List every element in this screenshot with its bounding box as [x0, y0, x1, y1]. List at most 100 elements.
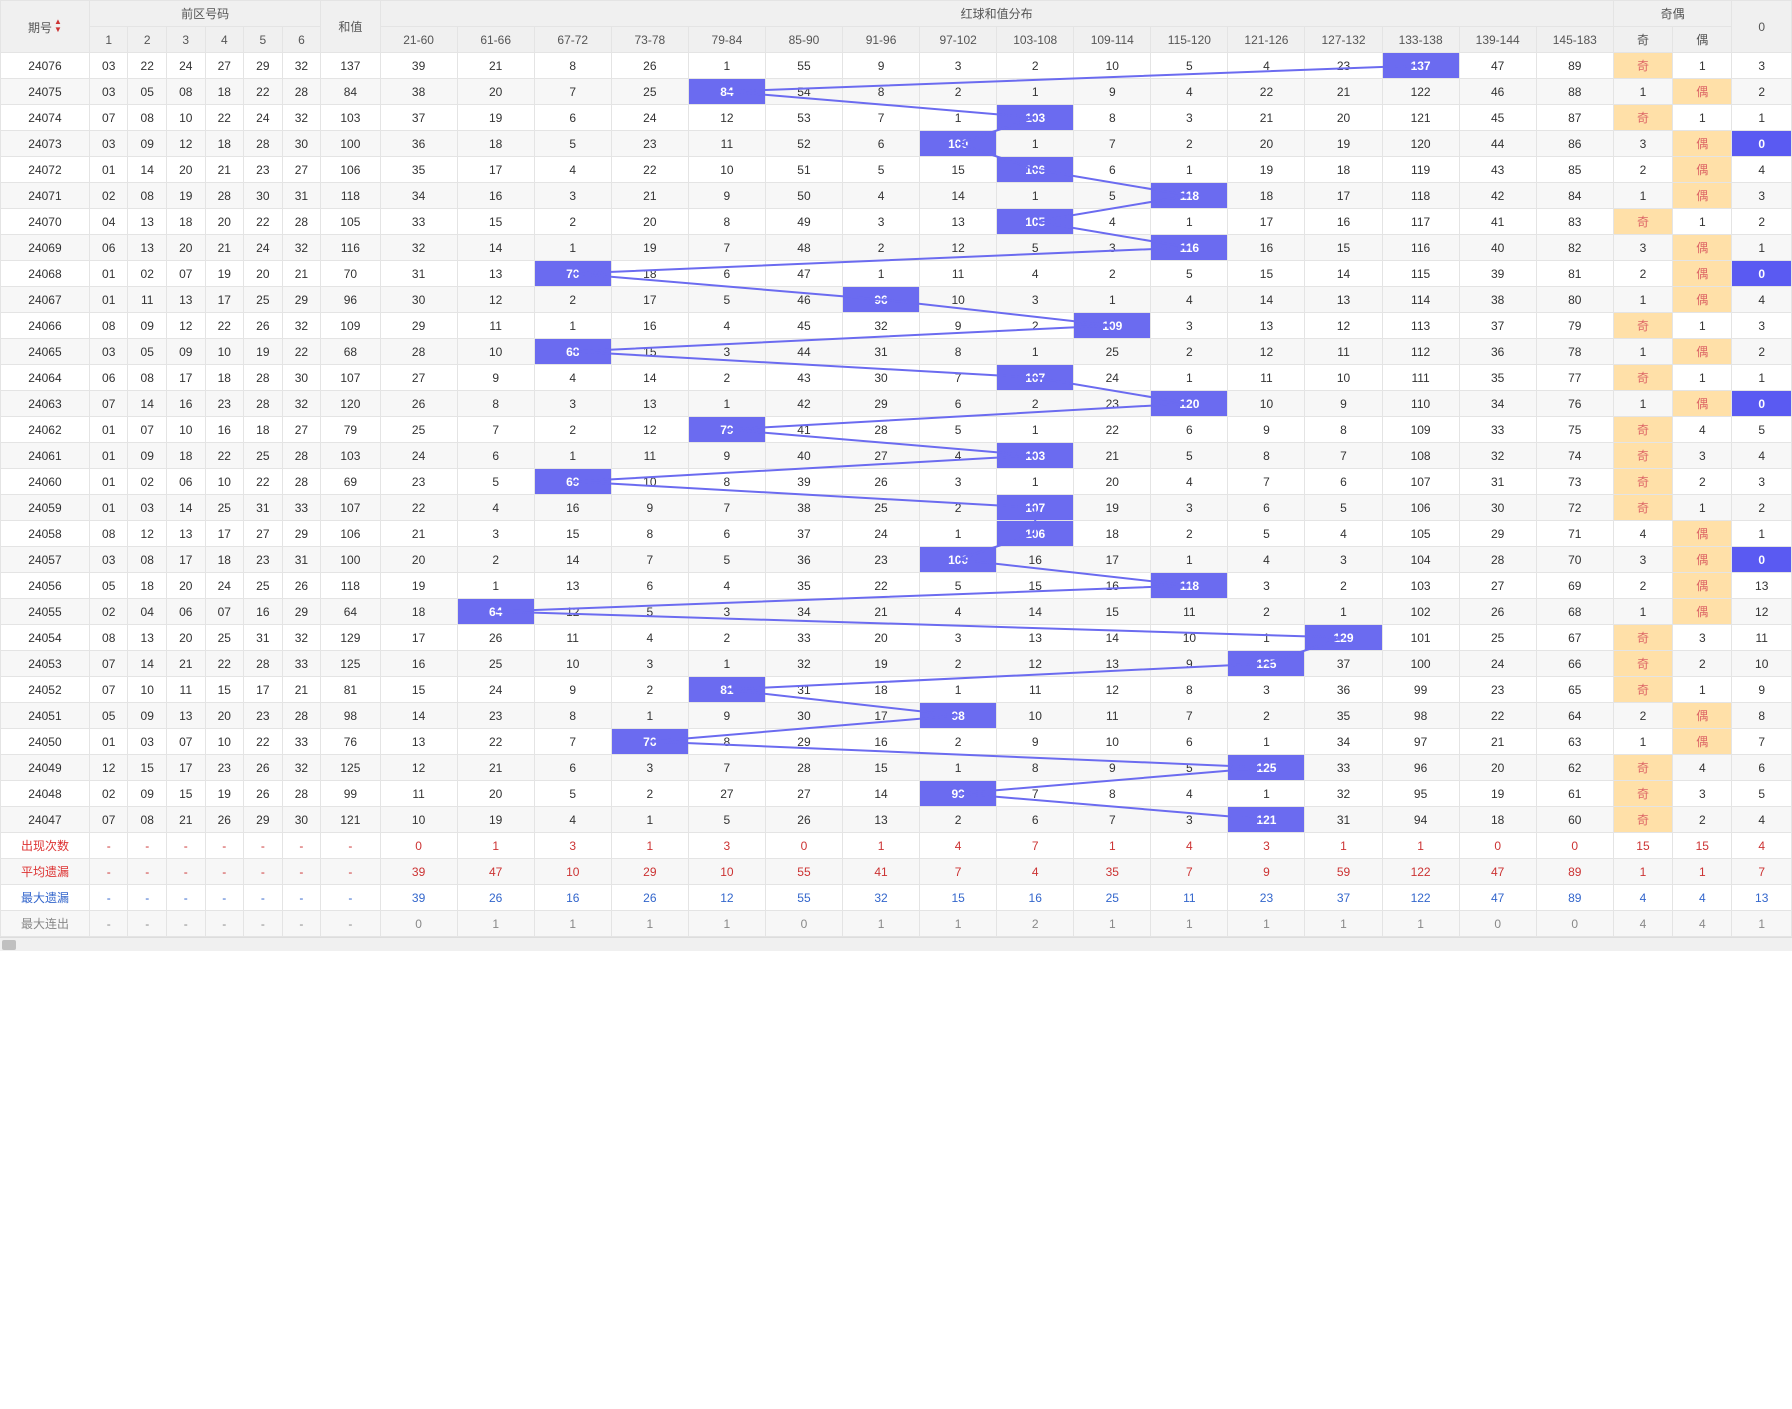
- cell-dist: 19: [611, 235, 688, 261]
- cell-front: 28: [205, 183, 244, 209]
- cell-dist: 11: [688, 131, 765, 157]
- cell-dist: 10: [1074, 53, 1151, 79]
- scrollbar-thumb[interactable]: [2, 940, 16, 950]
- cell-oe: 奇: [1613, 105, 1672, 131]
- cell-front: 28: [244, 131, 283, 157]
- cell-front: 08: [128, 807, 167, 833]
- cell-dist: 8: [920, 339, 997, 365]
- cell-sum: 76: [321, 729, 380, 755]
- cell-front: 02: [128, 469, 167, 495]
- cell-dist: 37: [380, 105, 457, 131]
- cell-dist: 5: [920, 573, 997, 599]
- cell-front: 01: [89, 729, 128, 755]
- cell-dist: 1: [534, 443, 611, 469]
- cell-oe: 偶: [1673, 521, 1732, 547]
- cell-zero: 4: [1732, 443, 1792, 469]
- cell-front: 10: [167, 105, 206, 131]
- cell-dist: 10: [534, 651, 611, 677]
- cell-dist: 80: [1536, 287, 1613, 313]
- cell-dist: 1: [1151, 209, 1228, 235]
- cell-dist: 2: [611, 677, 688, 703]
- cell-dist: 9: [457, 365, 534, 391]
- cell-dist: 3: [534, 183, 611, 209]
- cell-dist: 22: [1074, 417, 1151, 443]
- cell-dist: 68: [1536, 599, 1613, 625]
- cell-zero: 7: [1732, 729, 1792, 755]
- cell-dist: 24: [1074, 365, 1151, 391]
- cell-dist: 98: [1382, 703, 1459, 729]
- cell-front: 28: [282, 469, 321, 495]
- cell-oe: 2: [1613, 573, 1672, 599]
- cell-dist: 20: [1228, 131, 1305, 157]
- cell-dist: 16: [997, 547, 1074, 573]
- cell-zero: 4: [1732, 807, 1792, 833]
- col-dist: 85-90: [765, 27, 842, 53]
- cell-dist: 15: [457, 209, 534, 235]
- cell-front: 11: [128, 287, 167, 313]
- cell-dist: 21: [611, 183, 688, 209]
- cell-front: 27: [244, 521, 283, 547]
- cell-dist: 81: [1536, 261, 1613, 287]
- cell-oe: 偶: [1673, 235, 1732, 261]
- cell-front: 03: [89, 131, 128, 157]
- cell-front: 05: [89, 703, 128, 729]
- cell-dist: 8: [611, 521, 688, 547]
- cell-dist: 54: [765, 79, 842, 105]
- cell-dist: 20: [843, 625, 920, 651]
- cell-oe: 1: [1673, 313, 1732, 339]
- cell-dist: 7: [1151, 703, 1228, 729]
- cell-dist: 19: [380, 573, 457, 599]
- stats-label: 最大遗漏: [1, 885, 90, 911]
- cell-front: 22: [244, 79, 283, 105]
- cell-dist: 34: [1459, 391, 1536, 417]
- cell-dist: 11: [380, 781, 457, 807]
- cell-front: 32: [282, 391, 321, 417]
- cell-front: 13: [167, 287, 206, 313]
- cell-dist: 2: [920, 807, 997, 833]
- cell-oe: 偶: [1673, 287, 1732, 313]
- cell-dist: 69: [1536, 573, 1613, 599]
- cell-front: 07: [89, 391, 128, 417]
- cell-front: 07: [89, 651, 128, 677]
- cell-dist: 28: [380, 339, 457, 365]
- cell-oe: 奇: [1613, 781, 1672, 807]
- cell-dist: 6: [1228, 495, 1305, 521]
- cell-dist: 1: [997, 131, 1074, 157]
- cell-dist: 117: [1382, 209, 1459, 235]
- cell-period: 24068: [1, 261, 90, 287]
- cell-dist: 11: [1305, 339, 1382, 365]
- cell-oe: 奇: [1613, 807, 1672, 833]
- cell-dist: 10: [1305, 365, 1382, 391]
- cell-dist: 13: [457, 261, 534, 287]
- cell-dist: 19: [1228, 157, 1305, 183]
- col-front-5: 5: [244, 27, 283, 53]
- cell-dist: 11: [997, 677, 1074, 703]
- cell-period: 24057: [1, 547, 90, 573]
- table-row: 2406608091222263210929111164453292109313…: [1, 313, 1792, 339]
- horizontal-scrollbar[interactable]: [0, 937, 1792, 951]
- cell-sum: 100: [321, 547, 380, 573]
- cell-dist: 24: [380, 443, 457, 469]
- col-period[interactable]: 期号▲▼: [1, 1, 90, 53]
- cell-dist: 9: [843, 53, 920, 79]
- cell-dist: 13: [380, 729, 457, 755]
- cell-dist: 3: [843, 209, 920, 235]
- cell-front: 06: [167, 599, 206, 625]
- cell-dist: 9: [1228, 417, 1305, 443]
- cell-dist: 7: [843, 105, 920, 131]
- cell-dist: 20: [611, 209, 688, 235]
- cell-dist: 6: [534, 105, 611, 131]
- cell-dist: 12: [1305, 313, 1382, 339]
- cell-dist: 5: [1305, 495, 1382, 521]
- cell-dist: 64: [1536, 703, 1613, 729]
- cell-dist: 12: [611, 417, 688, 443]
- cell-dist: 17: [1074, 547, 1151, 573]
- cell-front: 28: [244, 651, 283, 677]
- cell-dist: 120: [1151, 391, 1228, 417]
- sort-arrows-icon: ▲▼: [54, 18, 62, 34]
- cell-dist: 108: [1382, 443, 1459, 469]
- cell-dist: 103: [997, 443, 1074, 469]
- cell-front: 21: [282, 677, 321, 703]
- cell-period: 24062: [1, 417, 90, 443]
- cell-front: 09: [128, 443, 167, 469]
